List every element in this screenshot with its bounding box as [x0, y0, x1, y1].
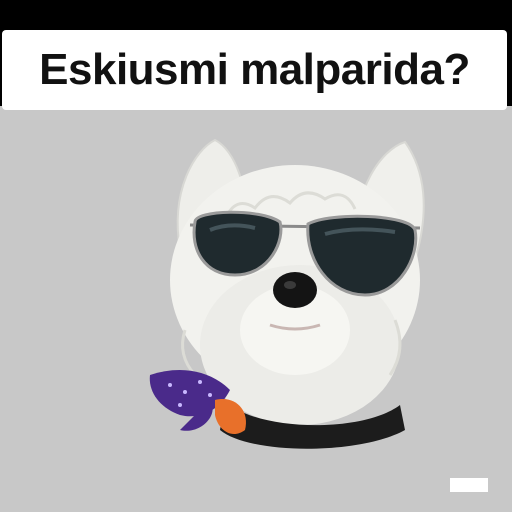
caption-box: Eskiusmi malparida? — [2, 30, 507, 110]
caption-text: Eskiusmi malparida? — [39, 45, 470, 94]
corner-mark — [450, 478, 488, 492]
dog-with-sunglasses-icon — [140, 130, 440, 460]
